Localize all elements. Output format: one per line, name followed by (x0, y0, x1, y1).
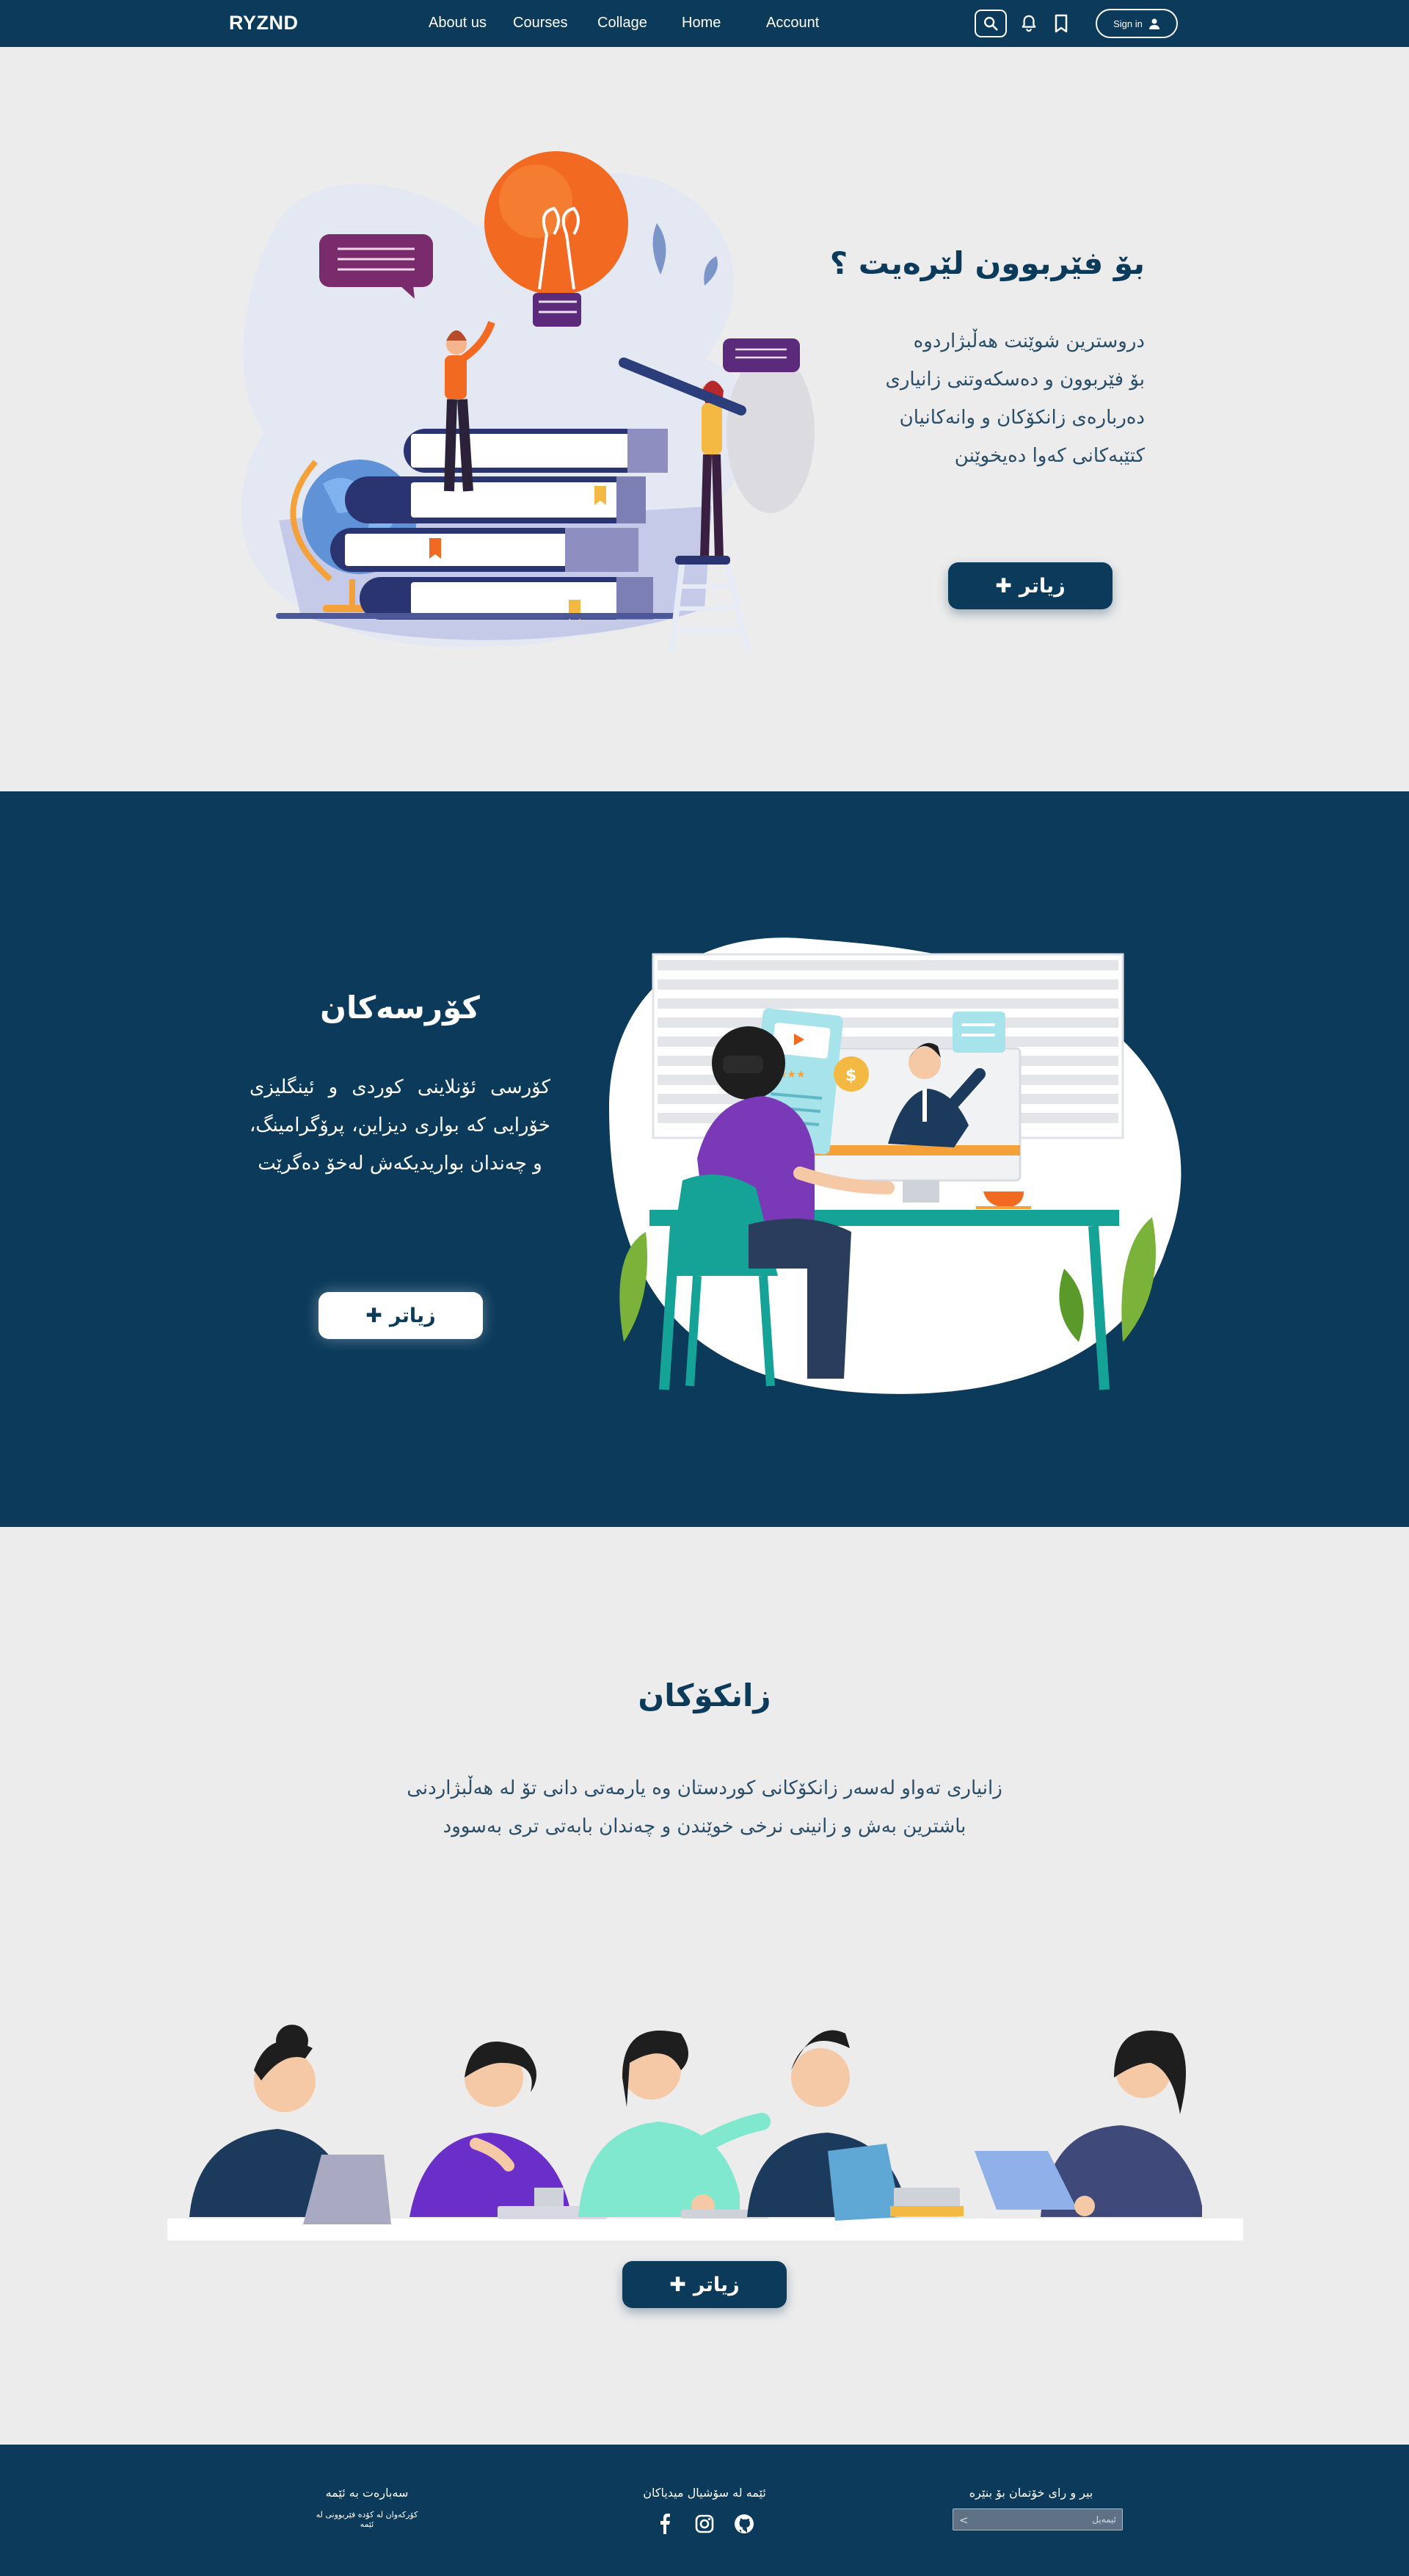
chat-card (953, 1012, 1005, 1053)
notifications-button[interactable] (1014, 9, 1044, 38)
facebook-icon (660, 2514, 670, 2534)
student-3 (578, 2031, 771, 2218)
brand-logo[interactable]: RYZND (229, 12, 299, 35)
footer-feedback: بیر و رای خۆتمان بۆ بنێرە < (939, 2486, 1123, 2530)
colleges-section: زانکۆکان زانیاری تەواو لەسەر زانکۆکانی ک… (0, 1527, 1409, 2445)
colleges-more-button[interactable]: ✚ زیاتر (622, 2261, 787, 2308)
colleges-description: زانیاری تەواو لەسەر زانکۆکانی کوردستان و… (338, 1769, 1071, 1846)
nav-links: About us Courses Collage Home Account (426, 15, 837, 32)
footer: سەبارەت بە ئێمە کۆرکەوان لە کۆدە فێربوون… (0, 2445, 1409, 2576)
nav-link-account[interactable]: Account (766, 15, 819, 32)
footer-social: ئێمە لە سۆشیال میدیاکان (631, 2486, 778, 2535)
coin: $ (834, 1056, 869, 1092)
nav-link-collage[interactable]: Collage (597, 15, 647, 32)
footer-feedback-title: بیر و رای خۆتمان بۆ بنێرە (969, 2486, 1093, 2500)
footer-about-title[interactable]: سەبارەت بە ئێمە (308, 2486, 426, 2500)
hero-line: دەربارەی زانکۆکان و وانەکانیان (899, 407, 1145, 429)
colleges-more-label: زیاتر (693, 2273, 740, 2296)
courses-title: کۆرسەکان (320, 990, 480, 1026)
plus-icon: ✚ (365, 1304, 382, 1327)
bookmark-button[interactable] (1046, 9, 1076, 38)
nav-link-courses[interactable]: Courses (513, 15, 567, 32)
courses-more-button[interactable]: ✚ زیاتر (318, 1292, 483, 1339)
instagram-icon (695, 2514, 714, 2533)
github-link[interactable] (733, 2513, 755, 2535)
bookmark-icon (1055, 14, 1068, 33)
hero-more-button[interactable]: ✚ زیاتر (948, 562, 1113, 609)
colleges-line: زانیاری تەواو لەسەر زانکۆکانی کوردستان و… (407, 1777, 1002, 1799)
courses-section: کۆرسەکان کۆرسی ئۆنلاینی کوردی و ئینگلیزی… (0, 791, 1409, 1527)
hero-line: کتێبەکانی کەوا دەیخوێنن (954, 445, 1145, 467)
svg-text:$: $ (845, 1067, 856, 1085)
colleges-line: باشترین بەش و زانینی نرخی خوێندن و چەندا… (443, 1815, 966, 1837)
github-icon (735, 2514, 754, 2533)
hero-section: بۆ فێربوون لێرەیت ؟ دروسترین شوێنت هەڵبژ… (0, 47, 1409, 791)
plus-icon: ✚ (995, 574, 1012, 598)
student-5 (975, 2031, 1202, 2217)
bell-icon (1022, 15, 1036, 32)
student-2 (409, 2042, 608, 2219)
hero-more-label: زیاتر (1019, 574, 1066, 598)
social-links (631, 2513, 778, 2535)
footer-about-text: کۆرکەوان لە کۆدە فێربوونی لە ئێمە (316, 2510, 418, 2529)
instagram-link[interactable] (693, 2513, 716, 2535)
hero-title: بۆ فێربوون لێرەیت ؟ (829, 245, 1145, 281)
footer-social-title: ئێمە لە سۆشیال میدیاکان (643, 2486, 766, 2500)
hero-line: دروسترین شوێنت هەڵبژاردوە (913, 330, 1145, 352)
students-illustration (167, 2025, 1243, 2241)
user-icon (1148, 18, 1159, 29)
courses-text-block: کۆرسەکان کۆرسی ئۆنلاینی کوردی و ئینگلیزی… (250, 990, 550, 1183)
search-button[interactable] (975, 10, 1007, 37)
plus-icon: ✚ (669, 2273, 686, 2296)
hero-illustration (241, 151, 815, 653)
nav-link-home[interactable]: Home (682, 15, 721, 32)
sign-in-button[interactable]: Sign in (1096, 9, 1178, 38)
student-4 (747, 2030, 964, 2221)
navbar: RYZND About us Courses Collage Home Acco… (0, 0, 1409, 47)
email-field[interactable] (953, 2509, 1122, 2530)
courses-illustration: ★★★ $ (609, 937, 1182, 1394)
hero-text-block: بۆ فێربوون لێرەیت ؟ دروسترین شوێنت هەڵبژ… (763, 245, 1145, 475)
email-field-wrapper: < (953, 2508, 1123, 2530)
courses-more-label: زیاتر (389, 1304, 436, 1327)
footer-about: سەبارەت بە ئێمە کۆرکەوان لە کۆدە فێربوون… (308, 2486, 426, 2529)
sign-in-label: Sign in (1113, 18, 1143, 29)
facebook-link[interactable] (654, 2513, 676, 2535)
student-1 (189, 2025, 391, 2224)
courses-description: کۆرسی ئۆنلاینی کوردی و ئینگلیزی خۆرایی ک… (250, 1076, 550, 1175)
hero-description: دروسترین شوێنت هەڵبژاردوە بۆ فێربوون و د… (763, 322, 1145, 475)
hero-line: بۆ فێربوون و دەسکەوتنی زانیاری (885, 369, 1145, 391)
nav-link-about[interactable]: About us (429, 15, 487, 32)
search-icon (984, 17, 998, 31)
colleges-title: زانکۆکان (638, 1677, 771, 1713)
send-arrow-icon[interactable]: < (959, 2514, 969, 2527)
